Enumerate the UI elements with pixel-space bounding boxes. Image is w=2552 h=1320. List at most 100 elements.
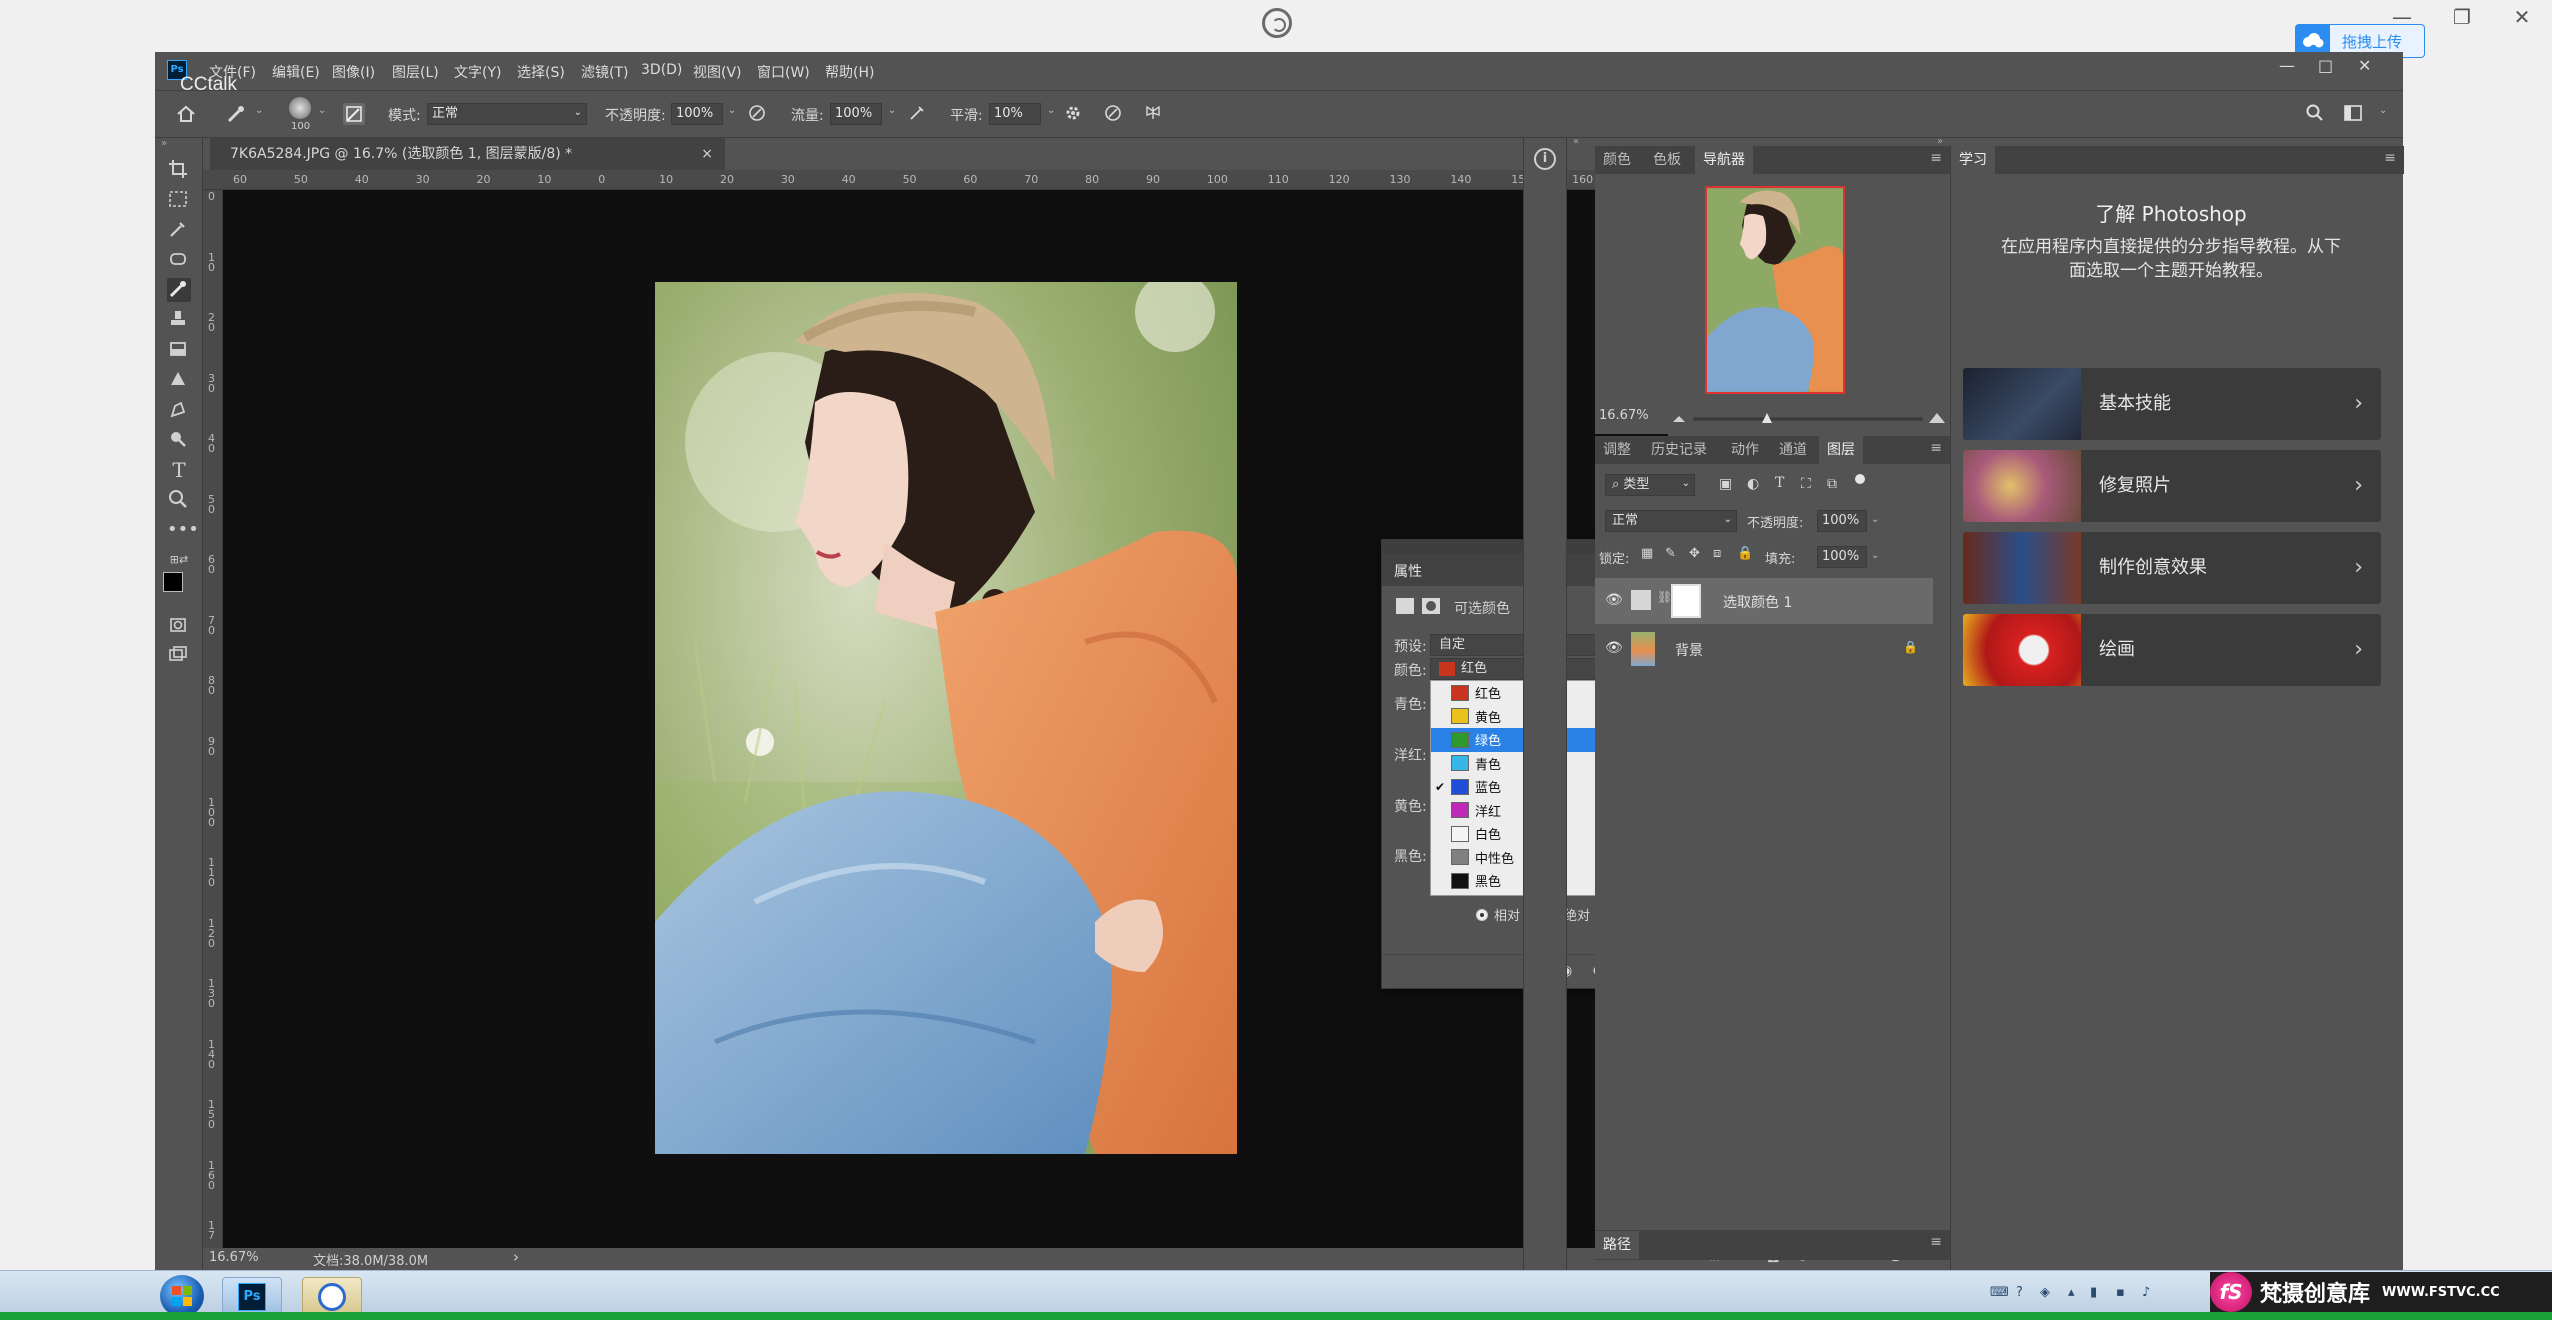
chevron-down-icon[interactable]: ⌄	[1871, 550, 1879, 561]
ps-maximize-button[interactable]: □	[2318, 56, 2333, 75]
type-tool-icon[interactable]: T	[167, 458, 191, 482]
visibility-eye-icon[interactable]: 👁	[1605, 592, 1623, 608]
method-relative-radio[interactable]: 相对	[1476, 905, 1520, 924]
eraser-tool-icon[interactable]	[167, 338, 191, 362]
tray-battery-icon[interactable]: ▮	[2090, 1285, 2097, 1300]
tab-history[interactable]: 历史记录	[1643, 436, 1715, 464]
menu-layer[interactable]: 图层(L)	[392, 62, 439, 82]
workspace-icon[interactable]	[2343, 103, 2365, 125]
start-button[interactable]	[160, 1275, 204, 1317]
more-tools-icon[interactable]: •••	[167, 518, 199, 542]
zoom-tool-icon[interactable]	[167, 488, 191, 512]
lock-pixels-icon[interactable]: ✎	[1665, 546, 1676, 561]
tray-expand-icon[interactable]: ▴	[2068, 1285, 2075, 1300]
taskbar-viewer-button[interactable]	[302, 1277, 362, 1315]
frame-tool-icon[interactable]	[167, 248, 191, 272]
close-icon[interactable]: ×	[701, 138, 713, 170]
viewer-close-button[interactable]: ✕	[2504, 2, 2540, 32]
tab-actions[interactable]: 动作	[1723, 436, 1767, 464]
dodge-tool-icon[interactable]	[167, 428, 191, 452]
foreground-color-swatch[interactable]	[163, 572, 183, 592]
tab-navigator[interactable]: 导航器	[1695, 146, 1753, 174]
stamp-tool-icon[interactable]	[167, 308, 191, 332]
learn-card-basic-skills[interactable]: 基本技能 ›	[1963, 368, 2381, 440]
panel-menu-icon[interactable]: ≡	[1930, 440, 1942, 456]
mode-select[interactable]: 正常 ⌄	[427, 103, 587, 125]
viewer-restore-button[interactable]: ❐	[2444, 2, 2480, 32]
learn-card-painting[interactable]: 绘画 ›	[1963, 614, 2381, 686]
tray-app-icon[interactable]: ◈	[2040, 1285, 2050, 1300]
menu-image[interactable]: 图像(I)	[332, 62, 375, 82]
brush-tool-preset-icon[interactable]	[225, 103, 247, 125]
tab-channels[interactable]: 通道	[1771, 436, 1815, 464]
screen-mode-icon[interactable]	[167, 644, 191, 668]
menu-file[interactable]: 文件(F)	[209, 62, 256, 82]
menu-type[interactable]: 文字(Y)	[454, 62, 501, 82]
pressure-opacity-icon[interactable]	[747, 103, 769, 125]
chevron-down-icon[interactable]: ⌄	[318, 105, 326, 116]
pen-tool-icon[interactable]	[167, 398, 191, 422]
learn-card-creative-effects[interactable]: 制作创意效果 ›	[1963, 532, 2381, 604]
layer-row-background[interactable]: 👁 背景 🔒	[1595, 626, 1933, 672]
airbrush-icon[interactable]	[907, 103, 929, 125]
navigator-thumbnail[interactable]	[1705, 186, 1845, 394]
menu-edit[interactable]: 编辑(E)	[272, 62, 320, 82]
opacity-field[interactable]: 100%	[671, 103, 723, 125]
tray-keyboard-icon[interactable]: ⌨	[1990, 1285, 2009, 1300]
default-colors-icon[interactable]: ⊞⇄	[167, 548, 191, 572]
chevron-down-icon[interactable]: ⌄	[728, 105, 736, 116]
lock-all-icon[interactable]: 🔒	[1737, 546, 1753, 561]
tab-layers[interactable]: 图层	[1819, 436, 1863, 464]
link-chain-icon[interactable]: ⛓	[1657, 590, 1672, 604]
navigator-zoom[interactable]: 16.67%	[1599, 408, 1649, 423]
chevron-down-icon[interactable]: ⌄	[1047, 105, 1055, 116]
ps-minimize-button[interactable]: —	[2279, 56, 2295, 75]
symmetry-butterfly-icon[interactable]	[1143, 103, 1165, 125]
document-image[interactable]	[655, 282, 1237, 1154]
menu-window[interactable]: 窗口(W)	[757, 62, 810, 82]
filter-smartobject-icon[interactable]: ⧉	[1827, 476, 1837, 492]
adjustment-layer-icon[interactable]	[1396, 598, 1414, 614]
menu-filter[interactable]: 滤镜(T)	[581, 62, 628, 82]
layer-row-selective-color[interactable]: 👁 ⛓ 选取颜色 1	[1595, 578, 1933, 624]
collapse-toolbar-icon[interactable]: »	[161, 138, 167, 149]
chevron-down-icon[interactable]: ⌄	[888, 105, 896, 116]
gear-icon[interactable]	[1063, 103, 1085, 125]
tab-adjustments[interactable]: 调整	[1595, 436, 1639, 464]
smoothing-field[interactable]: 10%	[989, 103, 1041, 125]
fill-field[interactable]: 100%	[1817, 546, 1867, 568]
tray-help-icon[interactable]: ?	[2016, 1285, 2023, 1300]
home-icon[interactable]	[175, 103, 197, 125]
visibility-eye-icon[interactable]: 👁	[1605, 640, 1623, 656]
panel-menu-icon[interactable]: ≡	[1930, 1234, 1942, 1250]
tab-paths[interactable]: 路径	[1595, 1231, 1639, 1259]
layer-filter-select[interactable]: ⌕ 类型 ⌄	[1605, 474, 1695, 496]
collapse-panel-icon[interactable]: «	[1573, 136, 1579, 147]
layer-mask-thumbnail[interactable]	[1671, 584, 1701, 618]
ps-close-button[interactable]: ✕	[2358, 56, 2371, 75]
tray-network-icon[interactable]: ▪	[2116, 1285, 2125, 1300]
quick-mask-icon[interactable]	[167, 614, 191, 638]
tab-color[interactable]: 颜色	[1595, 146, 1639, 174]
brush-settings-panel-icon[interactable]	[343, 103, 365, 125]
crop-tool-icon[interactable]	[167, 158, 191, 182]
zoom-level[interactable]: 16.67%	[209, 1250, 259, 1265]
layer-opacity-field[interactable]: 100%	[1817, 510, 1867, 532]
tray-volume-icon[interactable]: ♪	[2142, 1285, 2150, 1300]
marquee-tool-icon[interactable]	[167, 188, 191, 212]
pressure-size-icon[interactable]	[1103, 103, 1125, 125]
menu-select[interactable]: 选择(S)	[517, 62, 565, 82]
horizontal-ruler[interactable]: 60 50 40 30 20 10 0 10 20 30 40 50 60 70 80 90 100 110 120…	[203, 170, 1668, 190]
learn-card-fix-photos[interactable]: 修复照片 ›	[1963, 450, 2381, 522]
flow-field[interactable]: 100%	[830, 103, 882, 125]
chevron-down-icon[interactable]: ⌄	[1871, 514, 1879, 525]
search-icon[interactable]	[2305, 103, 2327, 125]
lock-transparent-icon[interactable]: ▦	[1641, 546, 1653, 561]
menu-help[interactable]: 帮助(H)	[825, 62, 874, 82]
gradient-tool-icon[interactable]	[167, 368, 191, 392]
blend-mode-select[interactable]: 正常 ⌄	[1605, 510, 1737, 532]
taskbar-photoshop-button[interactable]: Ps	[222, 1277, 282, 1315]
filter-toggle-icon[interactable]	[1855, 474, 1865, 484]
tab-swatches[interactable]: 色板	[1645, 146, 1689, 174]
panel-menu-icon[interactable]: ≡	[2384, 150, 2396, 166]
